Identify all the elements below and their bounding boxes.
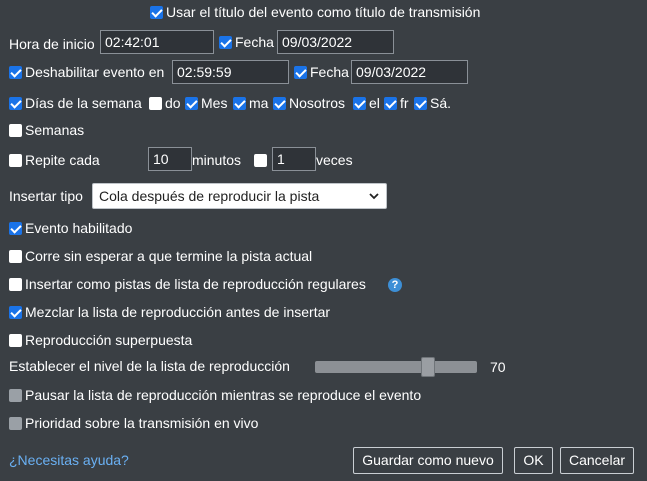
- ok-button[interactable]: OK: [514, 447, 553, 474]
- overlap-checkbox[interactable]: [9, 334, 22, 347]
- day-el-checkbox[interactable]: [353, 97, 366, 110]
- weeks-label: Semanas: [25, 122, 85, 138]
- regular-tracks-label: Insertar como pistas de lista de reprodu…: [25, 276, 366, 292]
- disable-date-input[interactable]: [351, 60, 468, 84]
- repeat-times-checkbox[interactable]: [254, 154, 267, 167]
- playlist-level-value: 70: [490, 359, 506, 375]
- disable-event-label: Deshabilitar evento en: [25, 64, 165, 80]
- day-sa-checkbox[interactable]: [414, 97, 427, 110]
- insert-type-select[interactable]: Cola después de reproducir la pista: [92, 183, 387, 209]
- event-enabled-checkbox[interactable]: [9, 222, 22, 235]
- event-enabled-label: Evento habilitado: [25, 220, 133, 236]
- day-mes-checkbox[interactable]: [185, 97, 198, 110]
- start-time-input[interactable]: [100, 30, 214, 54]
- day-sa-label: Sá.: [430, 95, 452, 111]
- help-icon[interactable]: ?: [388, 278, 402, 292]
- weekdays-checkbox[interactable]: [9, 97, 22, 110]
- day-ma-label: ma: [249, 95, 269, 111]
- insert-type-selected-value: Cola después de reproducir la pista: [99, 188, 320, 204]
- shuffle-label: Mezclar la lista de reproducción antes d…: [25, 304, 331, 320]
- priority-live-label: Prioridad sobre la transmisión en vivo: [25, 415, 259, 431]
- day-do-label: do: [165, 95, 181, 111]
- day-ma-checkbox[interactable]: [233, 97, 246, 110]
- use-event-title-label: Usar el título del evento como título de…: [166, 4, 481, 20]
- weeks-checkbox[interactable]: [9, 124, 22, 137]
- disable-time-input[interactable]: [172, 60, 289, 84]
- cancel-button[interactable]: Cancelar: [560, 447, 634, 474]
- disable-date-label: Fecha: [310, 64, 349, 80]
- help-link[interactable]: ¿Necesitas ayuda?: [9, 451, 129, 469]
- start-date-input[interactable]: [277, 30, 394, 54]
- start-time-label: Hora de inicio: [9, 36, 95, 52]
- start-date-checkbox[interactable]: [219, 36, 232, 49]
- day-do-checkbox[interactable]: [149, 97, 162, 110]
- priority-live-checkbox[interactable]: [9, 417, 22, 430]
- insert-type-label: Insertar tipo: [9, 188, 83, 204]
- repeat-times-label: veces: [316, 152, 353, 168]
- save-as-new-button[interactable]: Guardar como nuevo: [353, 447, 503, 474]
- day-nosotros-label: Nosotros: [289, 95, 346, 111]
- repeat-times-input[interactable]: [272, 147, 316, 171]
- regular-tracks-checkbox[interactable]: [9, 278, 22, 291]
- day-mes-label: Mes: [201, 95, 228, 111]
- disable-event-checkbox[interactable]: [9, 66, 22, 79]
- shuffle-checkbox[interactable]: [9, 306, 22, 319]
- use-event-title-checkbox[interactable]: [150, 6, 163, 19]
- day-fr-checkbox[interactable]: [384, 97, 397, 110]
- weekdays-label: Días de la semana: [25, 95, 142, 111]
- no-wait-checkbox[interactable]: [9, 250, 22, 263]
- day-el-label: el: [369, 95, 380, 111]
- playlist-level-slider-thumb[interactable]: [421, 357, 435, 377]
- repeat-minutes-label: minutos: [192, 152, 242, 168]
- repeat-label: Repite cada: [25, 152, 100, 168]
- no-wait-label: Corre sin esperar a que termine la pista…: [25, 248, 313, 264]
- day-fr-label: fr: [400, 95, 409, 111]
- pause-playlist-label: Pausar la lista de reproducción mientras…: [25, 387, 422, 403]
- repeat-checkbox[interactable]: [9, 154, 22, 167]
- repeat-minutes-input[interactable]: [148, 147, 192, 171]
- chevron-down-icon: [369, 193, 379, 200]
- overlap-label: Reproducción superpuesta: [25, 332, 193, 348]
- playlist-level-slider[interactable]: [315, 361, 477, 373]
- start-date-label: Fecha: [235, 34, 274, 50]
- disable-date-checkbox[interactable]: [294, 66, 307, 79]
- pause-playlist-checkbox[interactable]: [9, 389, 22, 402]
- playlist-level-label: Establecer el nivel de la lista de repro…: [9, 358, 290, 374]
- day-nosotros-checkbox[interactable]: [273, 97, 286, 110]
